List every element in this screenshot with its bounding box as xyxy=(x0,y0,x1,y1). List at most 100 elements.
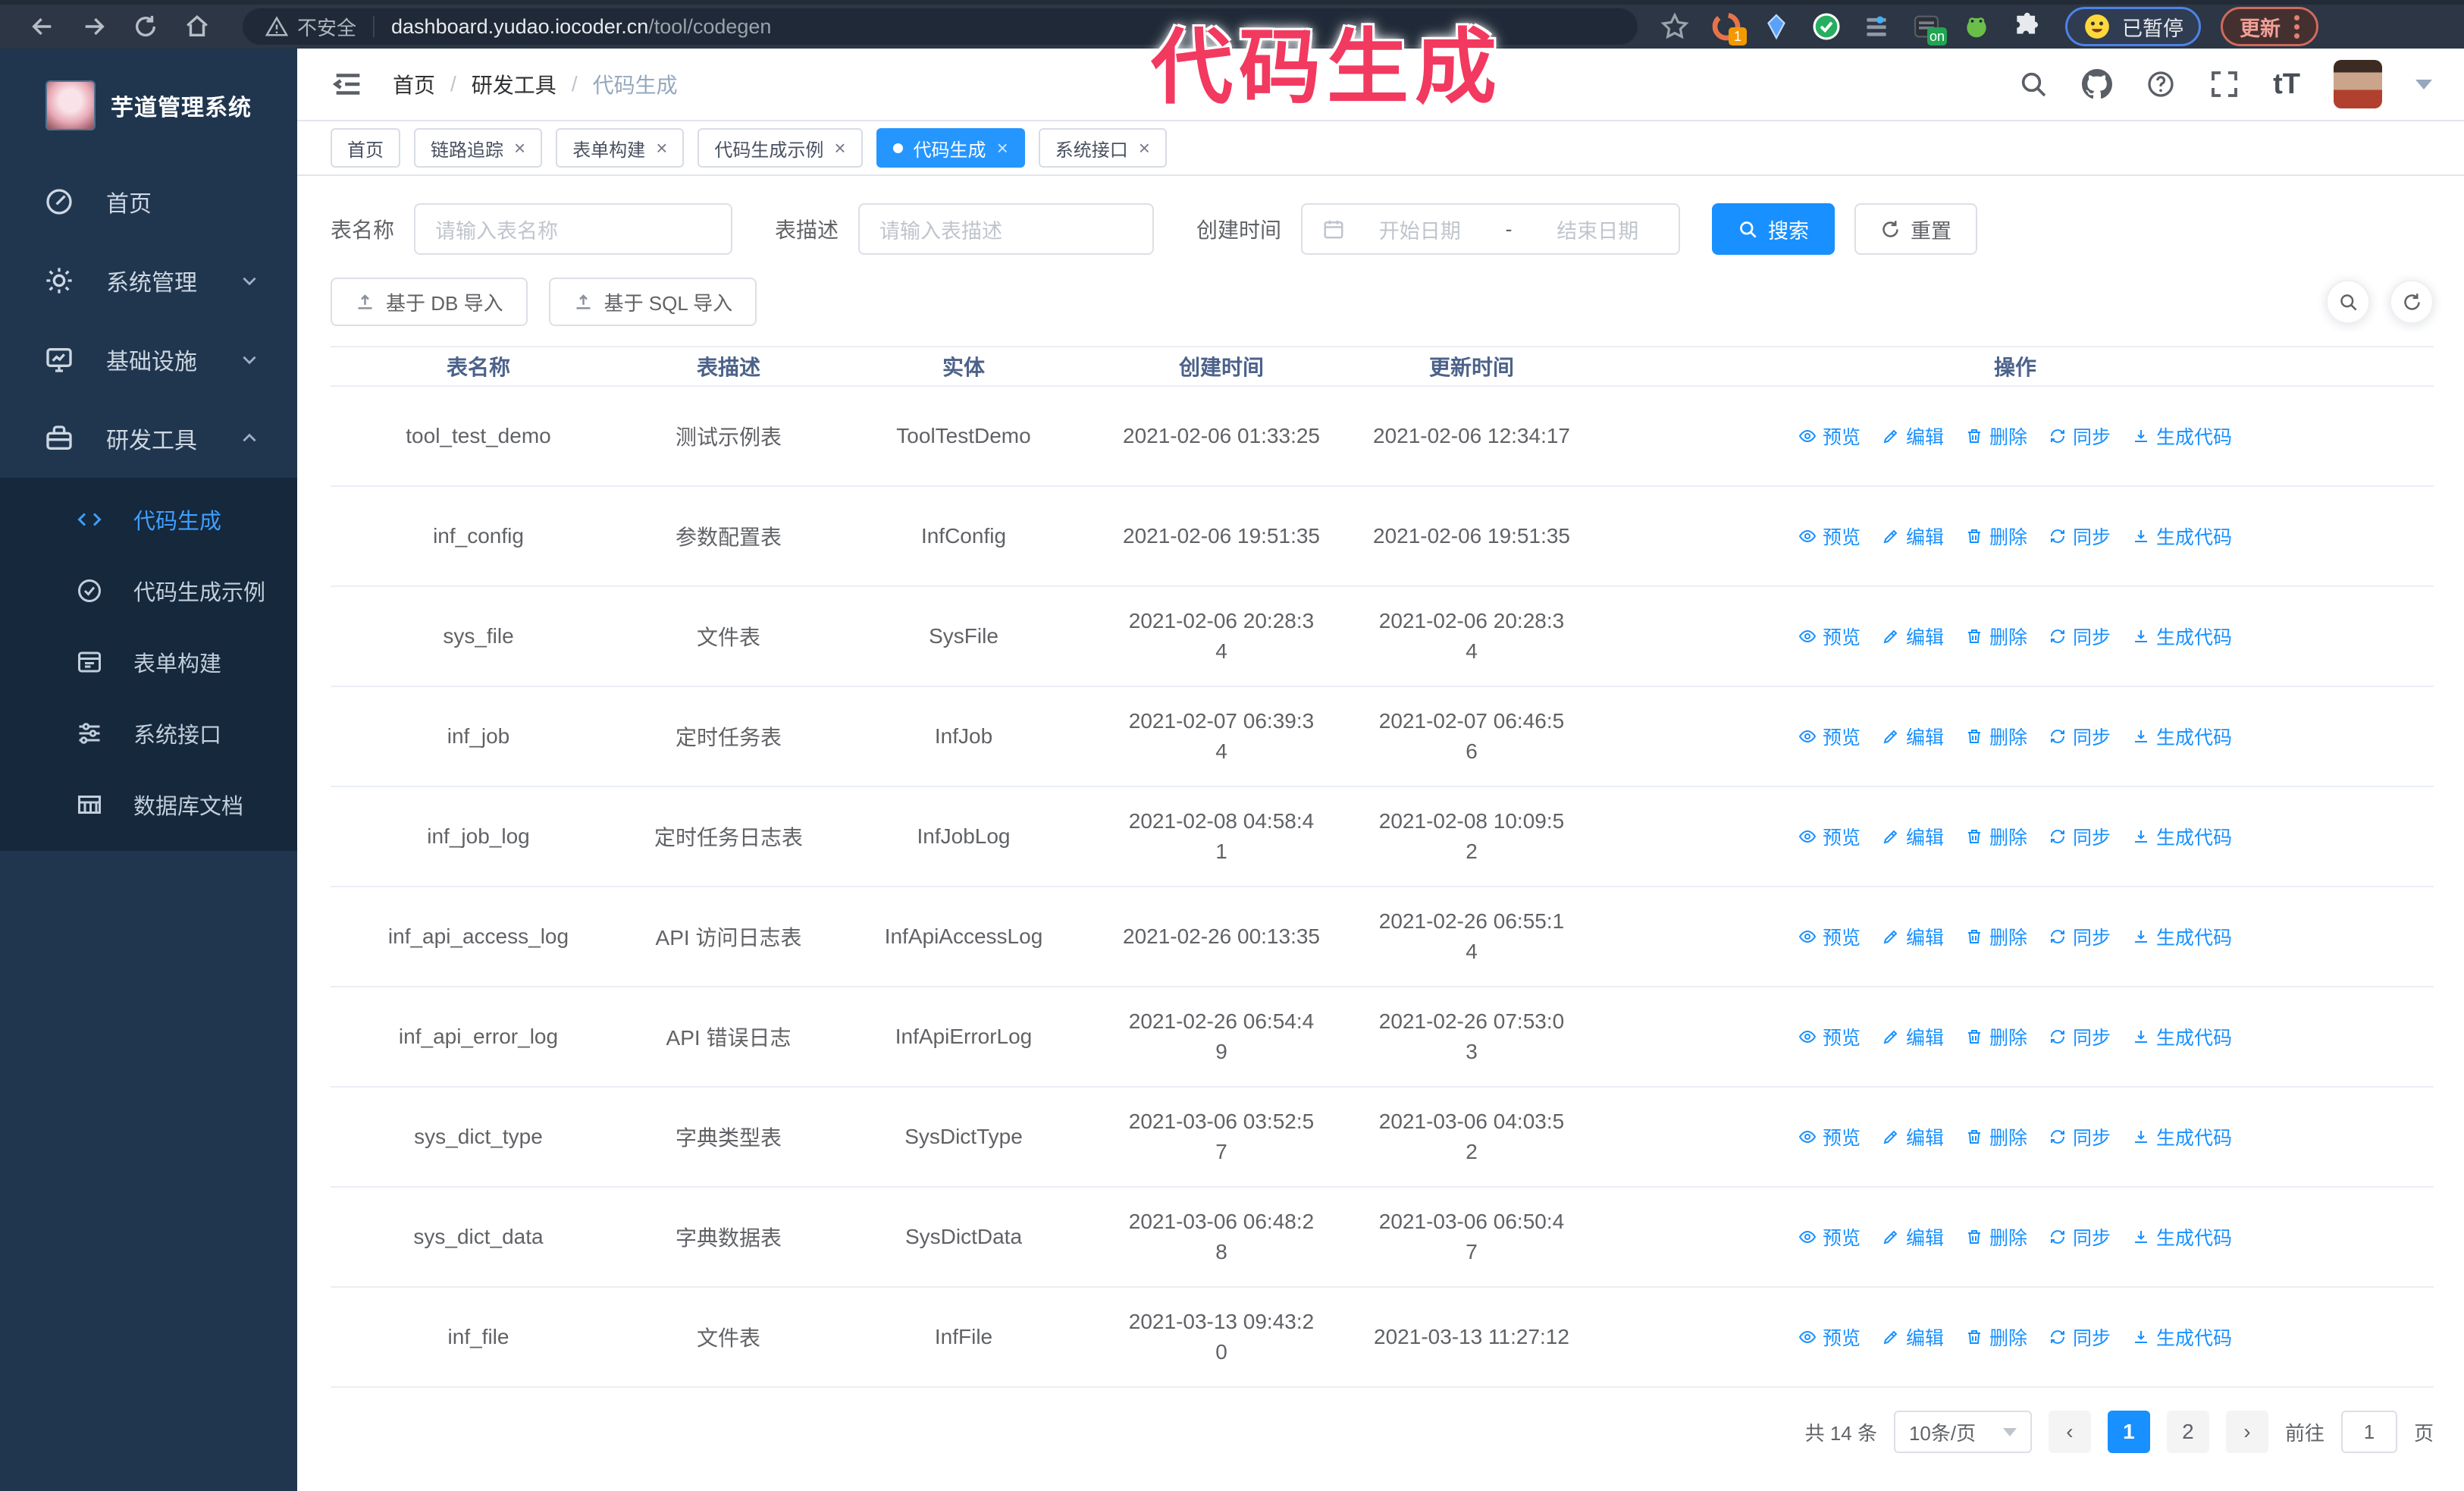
edit-link[interactable]: 编辑 xyxy=(1882,1123,1944,1150)
sidebar-item-system[interactable]: 系统管理 xyxy=(0,241,297,320)
edit-link[interactable]: 编辑 xyxy=(1882,623,1944,650)
tab-close-icon[interactable]: × xyxy=(514,138,525,158)
search-button[interactable]: 搜索 xyxy=(1712,203,1835,255)
edit-link[interactable]: 编辑 xyxy=(1882,523,1944,550)
sidebar-item-dev-tools[interactable]: 研发工具 xyxy=(0,399,297,478)
font-size-icon[interactable]: tT xyxy=(2273,68,2300,101)
tab-close-icon[interactable]: × xyxy=(1139,138,1150,158)
preview-link[interactable]: 预览 xyxy=(1798,1323,1861,1351)
search-icon[interactable] xyxy=(2018,69,2049,99)
extension-icon-frog[interactable] xyxy=(1961,11,1992,42)
menu-dots-icon[interactable] xyxy=(2294,14,2299,39)
sidebar-item-infrastructure[interactable]: 基础设施 xyxy=(0,320,297,399)
reset-button[interactable]: 重置 xyxy=(1854,203,1978,255)
delete-link[interactable]: 删除 xyxy=(1965,1023,2027,1050)
sync-link[interactable]: 同步 xyxy=(2049,1123,2111,1150)
sidebar-item-codegen-example[interactable]: 代码生成示例 xyxy=(0,555,297,626)
prev-page-button[interactable]: ‹ xyxy=(2048,1411,2091,1453)
delete-link[interactable]: 删除 xyxy=(1965,1323,2027,1351)
generate-code-link[interactable]: 生成代码 xyxy=(2132,1223,2232,1251)
import-db-button[interactable]: 基于 DB 导入 xyxy=(331,278,528,326)
security-label[interactable]: 不安全 xyxy=(297,13,356,41)
next-page-button[interactable]: › xyxy=(2225,1411,2268,1453)
sidebar-toggle-icon[interactable] xyxy=(331,67,365,102)
sync-link[interactable]: 同步 xyxy=(2049,1223,2111,1251)
url-text[interactable]: dashboard.yudao.iocoder.cn/tool/codegen xyxy=(391,15,771,39)
sync-link[interactable]: 同步 xyxy=(2049,422,2111,450)
tab[interactable]: 代码生成 × xyxy=(876,128,1025,168)
preview-link[interactable]: 预览 xyxy=(1798,1223,1861,1251)
extension-icon-orange[interactable]: 1 xyxy=(1710,11,1747,46)
import-sql-button[interactable]: 基于 SQL 导入 xyxy=(548,278,757,326)
breadcrumb-dev-tools[interactable]: 研发工具 xyxy=(472,69,556,99)
reload-icon[interactable] xyxy=(130,11,161,42)
page-size-select[interactable]: 10条/页 xyxy=(1893,1411,2032,1453)
edit-link[interactable]: 编辑 xyxy=(1882,1323,1944,1351)
edit-link[interactable]: 编辑 xyxy=(1882,823,1944,850)
delete-link[interactable]: 删除 xyxy=(1965,623,2027,650)
generate-code-link[interactable]: 生成代码 xyxy=(2132,823,2232,850)
date-range-picker[interactable]: 开始日期 - 结束日期 xyxy=(1301,203,1681,255)
generate-code-link[interactable]: 生成代码 xyxy=(2132,1023,2232,1050)
extension-icon-puzzle[interactable] xyxy=(2011,11,2042,42)
page-button-2[interactable]: 2 xyxy=(2166,1411,2209,1453)
generate-code-link[interactable]: 生成代码 xyxy=(2132,923,2232,950)
sidebar-item-db-doc[interactable]: 数据库文档 xyxy=(0,769,297,840)
goto-page-input[interactable]: 1 xyxy=(2340,1411,2397,1453)
edit-link[interactable]: 编辑 xyxy=(1882,723,1944,750)
generate-code-link[interactable]: 生成代码 xyxy=(2132,723,2232,750)
forward-icon[interactable] xyxy=(79,11,109,42)
preview-link[interactable]: 预览 xyxy=(1798,1123,1861,1150)
address-bar[interactable]: 不安全 dashboard.yudao.iocoder.cn/tool/code… xyxy=(243,8,1638,45)
sync-link[interactable]: 同步 xyxy=(2049,1323,2111,1351)
tab[interactable]: 链路追踪 × xyxy=(414,128,543,168)
edit-link[interactable]: 编辑 xyxy=(1882,1223,1944,1251)
table-name-input[interactable]: 请输入表名称 xyxy=(414,203,733,255)
extension-icon-dark-on[interactable]: on xyxy=(1911,11,1947,46)
app-logo-row[interactable]: 芋道管理系统 xyxy=(0,49,297,162)
generate-code-link[interactable]: 生成代码 xyxy=(2132,623,2232,650)
profile-paused-pill[interactable]: 已暂停 xyxy=(2065,7,2201,46)
generate-code-link[interactable]: 生成代码 xyxy=(2132,422,2232,450)
browser-update-button[interactable]: 更新 xyxy=(2221,7,2318,46)
edit-link[interactable]: 编辑 xyxy=(1882,422,1944,450)
breadcrumb-home[interactable]: 首页 xyxy=(393,69,435,99)
preview-link[interactable]: 预览 xyxy=(1798,523,1861,550)
fullscreen-icon[interactable] xyxy=(2209,69,2240,99)
user-avatar[interactable] xyxy=(2334,60,2382,108)
delete-link[interactable]: 删除 xyxy=(1965,1123,2027,1150)
tab-close-icon[interactable]: × xyxy=(834,138,845,158)
generate-code-link[interactable]: 生成代码 xyxy=(2132,1123,2232,1150)
delete-link[interactable]: 删除 xyxy=(1965,1223,2027,1251)
preview-link[interactable]: 预览 xyxy=(1798,723,1861,750)
preview-link[interactable]: 预览 xyxy=(1798,923,1861,950)
github-icon[interactable] xyxy=(2082,69,2113,99)
tab[interactable]: 首页 xyxy=(331,128,400,168)
preview-link[interactable]: 预览 xyxy=(1798,823,1861,850)
page-button-1[interactable]: 1 xyxy=(2107,1411,2150,1453)
tab[interactable]: 系统接口 × xyxy=(1038,128,1167,168)
delete-link[interactable]: 删除 xyxy=(1965,422,2027,450)
tab[interactable]: 代码生成示例 × xyxy=(698,128,863,168)
sidebar-item-system-api[interactable]: 系统接口 xyxy=(0,698,297,769)
delete-link[interactable]: 删除 xyxy=(1965,823,2027,850)
avatar-caret-icon[interactable] xyxy=(2415,79,2432,89)
tab-close-icon[interactable]: × xyxy=(656,138,667,158)
edit-link[interactable]: 编辑 xyxy=(1882,923,1944,950)
sidebar-item-home[interactable]: 首页 xyxy=(0,162,297,241)
sync-link[interactable]: 同步 xyxy=(2049,923,2111,950)
edit-link[interactable]: 编辑 xyxy=(1882,1023,1944,1050)
extension-icon-green-check[interactable] xyxy=(1810,11,1842,42)
sidebar-item-form-builder[interactable]: 表单构建 xyxy=(0,626,297,698)
generate-code-link[interactable]: 生成代码 xyxy=(2132,1323,2232,1351)
refresh-table-button[interactable] xyxy=(2390,280,2434,324)
home-icon[interactable] xyxy=(182,11,212,42)
sync-link[interactable]: 同步 xyxy=(2049,1023,2111,1050)
preview-link[interactable]: 预览 xyxy=(1798,422,1861,450)
help-icon[interactable] xyxy=(2146,69,2176,99)
bookmark-star-icon[interactable] xyxy=(1660,12,1689,41)
sync-link[interactable]: 同步 xyxy=(2049,823,2111,850)
delete-link[interactable]: 删除 xyxy=(1965,923,2027,950)
extension-icon-sliders[interactable] xyxy=(1861,11,1892,42)
sidebar-item-codegen[interactable]: 代码生成 xyxy=(0,484,297,555)
